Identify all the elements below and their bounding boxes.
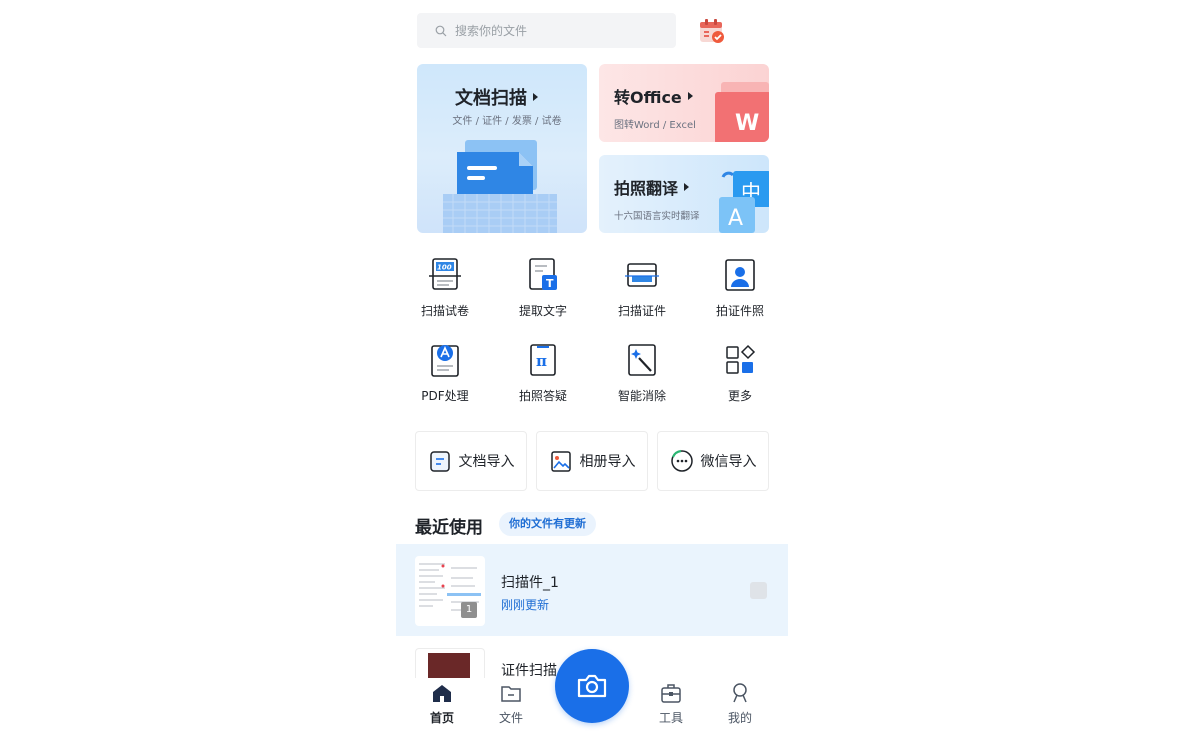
tool-scan-exam[interactable]: 100 扫描试卷 bbox=[407, 257, 483, 319]
tab-label: 文件 bbox=[498, 711, 523, 725]
tool-label: 扫描试卷 bbox=[420, 304, 469, 318]
home-screen: 文档扫描 文件 / 证件 / 发票 / 试卷 转Office 图 bbox=[396, 0, 788, 734]
folder-icon bbox=[501, 686, 521, 702]
magic-erase-icon bbox=[628, 344, 656, 376]
calendar-check-icon[interactable] bbox=[697, 16, 727, 46]
wechat-import-button[interactable]: 微信导入 bbox=[657, 431, 769, 491]
toolbox-icon bbox=[661, 684, 681, 703]
file-thumbnail: 1 bbox=[415, 556, 485, 626]
profile-icon bbox=[733, 683, 747, 703]
tool-pdf[interactable]: PDF处理 bbox=[407, 342, 483, 404]
tool-label: 扫描证件 bbox=[617, 304, 666, 318]
tool-label: 更多 bbox=[727, 389, 752, 403]
photo-translate-title: 拍照翻译 bbox=[614, 175, 690, 199]
word-document-icon: W bbox=[715, 82, 769, 142]
album-import-icon bbox=[550, 451, 571, 472]
tab-label: 首页 bbox=[429, 711, 454, 725]
id-card-scan-icon bbox=[625, 263, 659, 287]
pi-question-icon: π bbox=[530, 344, 556, 376]
tab-tools[interactable]: 工具 bbox=[646, 682, 696, 726]
document-import-button[interactable]: 文档导入 bbox=[415, 431, 527, 491]
search-input[interactable] bbox=[455, 23, 655, 38]
tool-label: 拍照答疑 bbox=[518, 389, 567, 403]
recent-section-title: 最近使用 bbox=[415, 518, 483, 538]
tool-label: PDF处理 bbox=[421, 389, 469, 403]
tab-profile[interactable]: 我的 bbox=[715, 682, 765, 726]
to-office-card[interactable]: 转Office 图转Word / Excel W bbox=[599, 64, 769, 142]
word-letter: W bbox=[735, 111, 759, 136]
document-scan-subtitle: 文件 / 证件 / 发票 / 试卷 bbox=[452, 116, 562, 127]
arrow-right-icon bbox=[533, 93, 538, 101]
id-photo-icon bbox=[725, 259, 755, 291]
file-name[interactable]: 证件扫描 bbox=[501, 660, 557, 680]
tool-smart-erase[interactable]: 智能消除 bbox=[604, 342, 680, 404]
document-import-icon bbox=[429, 451, 450, 472]
svg-text:π: π bbox=[536, 352, 547, 370]
tool-label: 拍证件照 bbox=[715, 304, 764, 318]
tab-home[interactable]: 首页 bbox=[417, 682, 467, 726]
tab-files[interactable]: 文件 bbox=[486, 682, 536, 726]
search-icon bbox=[435, 25, 447, 36]
tool-extract-text[interactable]: T 提取文字 bbox=[505, 257, 581, 319]
camera-button[interactable] bbox=[555, 649, 629, 723]
svg-text:100: 100 bbox=[437, 264, 452, 272]
tool-id-photo[interactable]: 拍证件照 bbox=[702, 257, 778, 319]
to-office-subtitle: 图转Word / Excel bbox=[614, 120, 696, 131]
document-scan-title: 文档扫描 bbox=[455, 84, 538, 110]
file-updated-time: 刚刚更新 bbox=[501, 598, 550, 612]
update-badge[interactable]: 你的文件有更新 bbox=[499, 512, 596, 536]
tool-photo-qa[interactable]: π 拍照答疑 bbox=[505, 342, 581, 404]
file-name: 扫描件_1 bbox=[501, 575, 559, 591]
tool-more[interactable]: 更多 bbox=[702, 342, 778, 404]
document-scan-icon bbox=[443, 140, 557, 233]
page-count-badge: 1 bbox=[461, 602, 477, 618]
tab-label: 工具 bbox=[658, 711, 683, 725]
search-bar[interactable] bbox=[417, 13, 676, 48]
file-select-checkbox[interactable] bbox=[750, 582, 767, 599]
wechat-import-icon bbox=[670, 449, 693, 472]
document-scan-card[interactable]: 文档扫描 文件 / 证件 / 发票 / 试卷 bbox=[417, 64, 587, 233]
camera-icon bbox=[577, 674, 607, 698]
to-office-title: 转Office bbox=[614, 84, 693, 108]
photo-translate-subtitle: 十六国语言实时翻译 bbox=[614, 211, 700, 222]
tool-scan-id-card[interactable]: 扫描证件 bbox=[604, 257, 680, 319]
extract-text-icon: T bbox=[529, 258, 557, 290]
translate-icon: 中 A bbox=[719, 171, 769, 233]
tool-label: 智能消除 bbox=[617, 389, 666, 403]
photo-translate-card[interactable]: 拍照翻译 十六国语言实时翻译 中 A bbox=[599, 155, 769, 233]
import-label: 相册导入 bbox=[579, 454, 636, 470]
album-import-button[interactable]: 相册导入 bbox=[536, 431, 648, 491]
import-label: 文档导入 bbox=[458, 454, 515, 470]
file-row[interactable]: 1 扫描件_1 刚刚更新 bbox=[396, 544, 788, 636]
more-grid-icon bbox=[726, 344, 756, 374]
import-label: 微信导入 bbox=[700, 454, 757, 470]
exam-scan-icon: 100 bbox=[429, 258, 461, 290]
arrow-right-icon bbox=[687, 92, 693, 100]
tool-label: 提取文字 bbox=[518, 304, 567, 318]
english-glyph: A bbox=[728, 206, 743, 231]
pdf-icon bbox=[431, 345, 459, 377]
tab-label: 我的 bbox=[727, 711, 752, 725]
svg-text:T: T bbox=[546, 277, 554, 290]
home-icon bbox=[433, 685, 451, 702]
arrow-right-icon bbox=[684, 183, 690, 191]
